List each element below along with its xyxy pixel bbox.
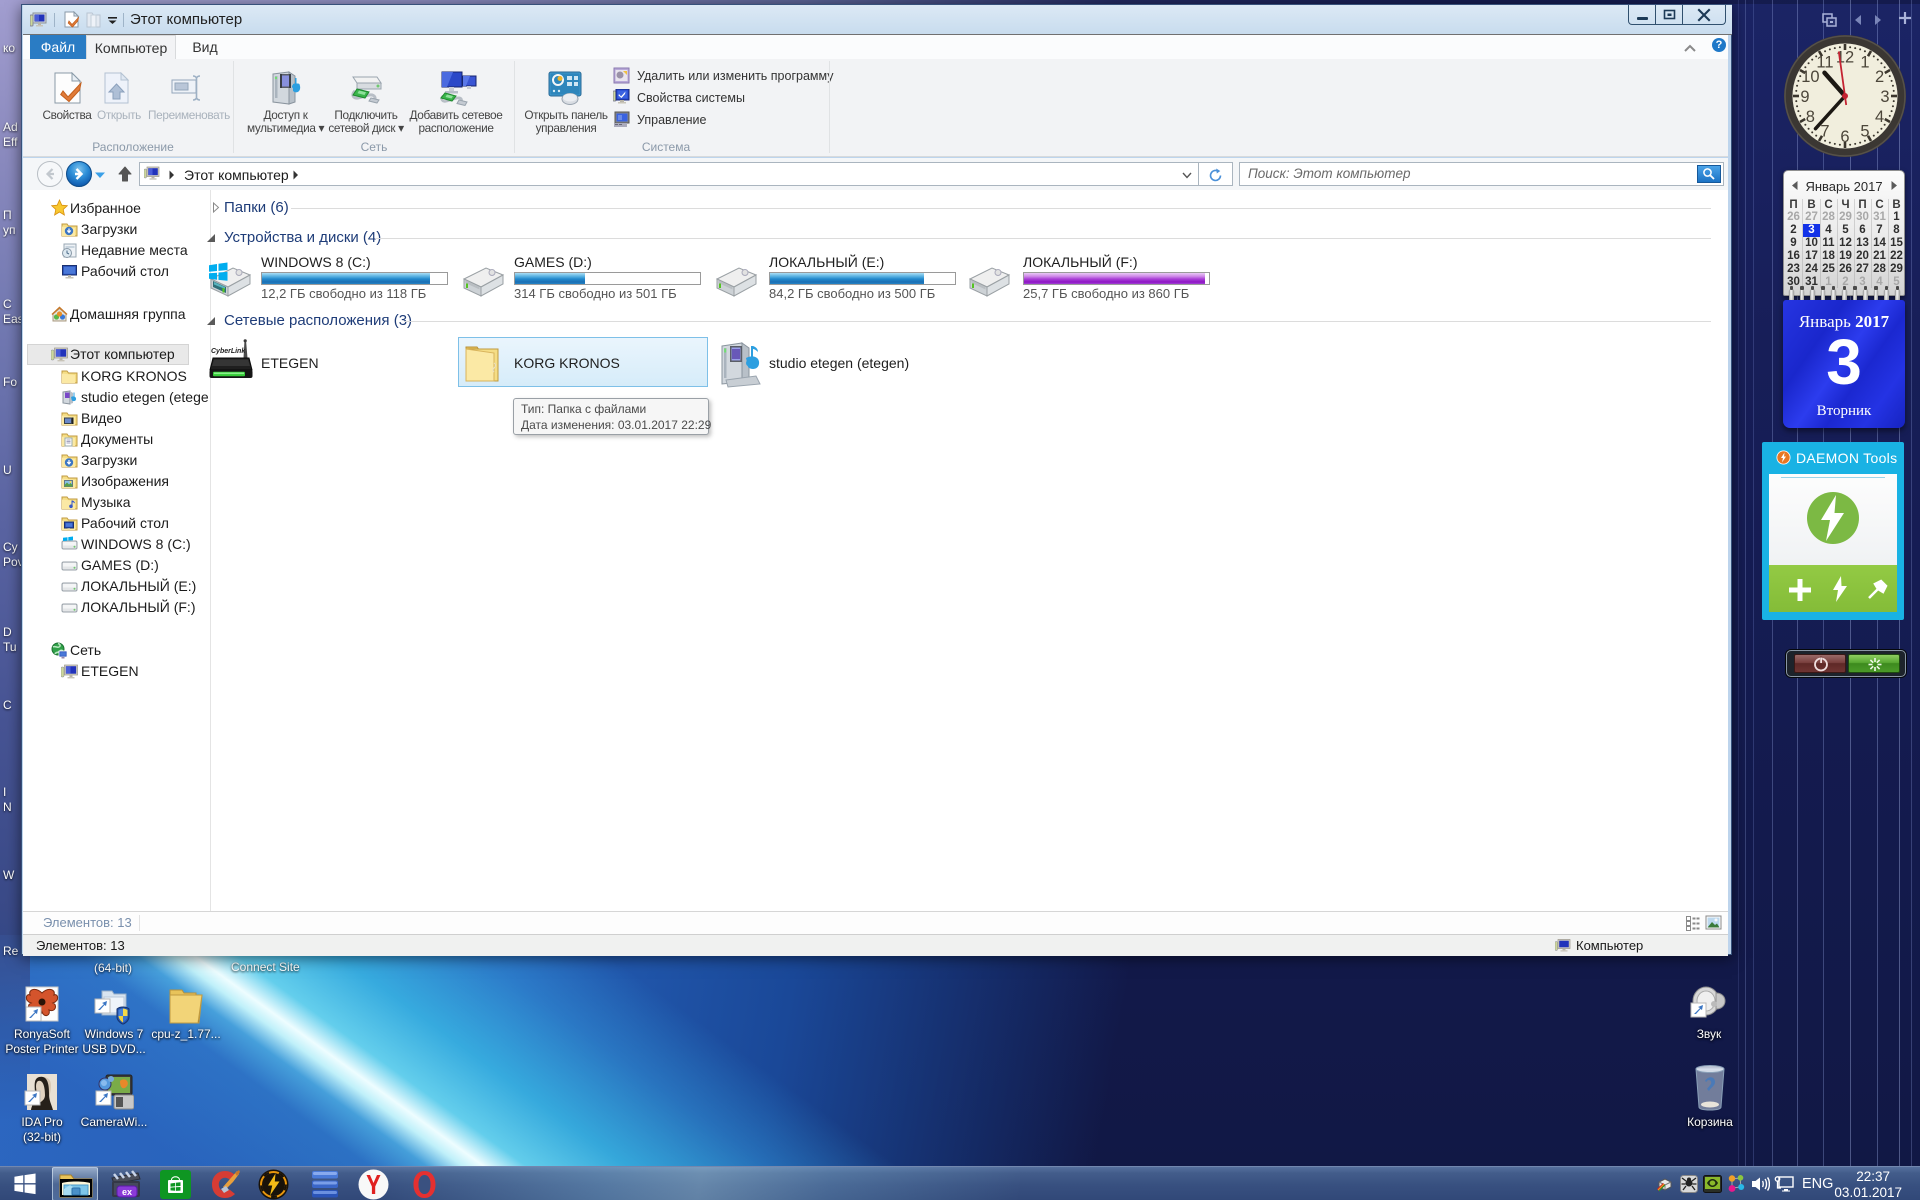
svg-text:1: 1 (1860, 54, 1869, 72)
svg-text:4: 4 (1875, 108, 1884, 126)
svg-text:2: 2 (1875, 68, 1884, 86)
svg-text:11: 11 (1816, 54, 1833, 72)
svg-text:CyberLink: CyberLink (211, 348, 246, 355)
svg-text:12: 12 (1836, 49, 1854, 67)
svg-text:6: 6 (1840, 128, 1849, 146)
svg-text:ex: ex (122, 1187, 132, 1197)
svg-text:5: 5 (1860, 123, 1869, 141)
svg-text:3: 3 (1880, 88, 1889, 106)
svg-text:9: 9 (1800, 88, 1809, 106)
svg-text:8: 8 (1806, 108, 1815, 126)
svg-text:7: 7 (1820, 123, 1829, 141)
